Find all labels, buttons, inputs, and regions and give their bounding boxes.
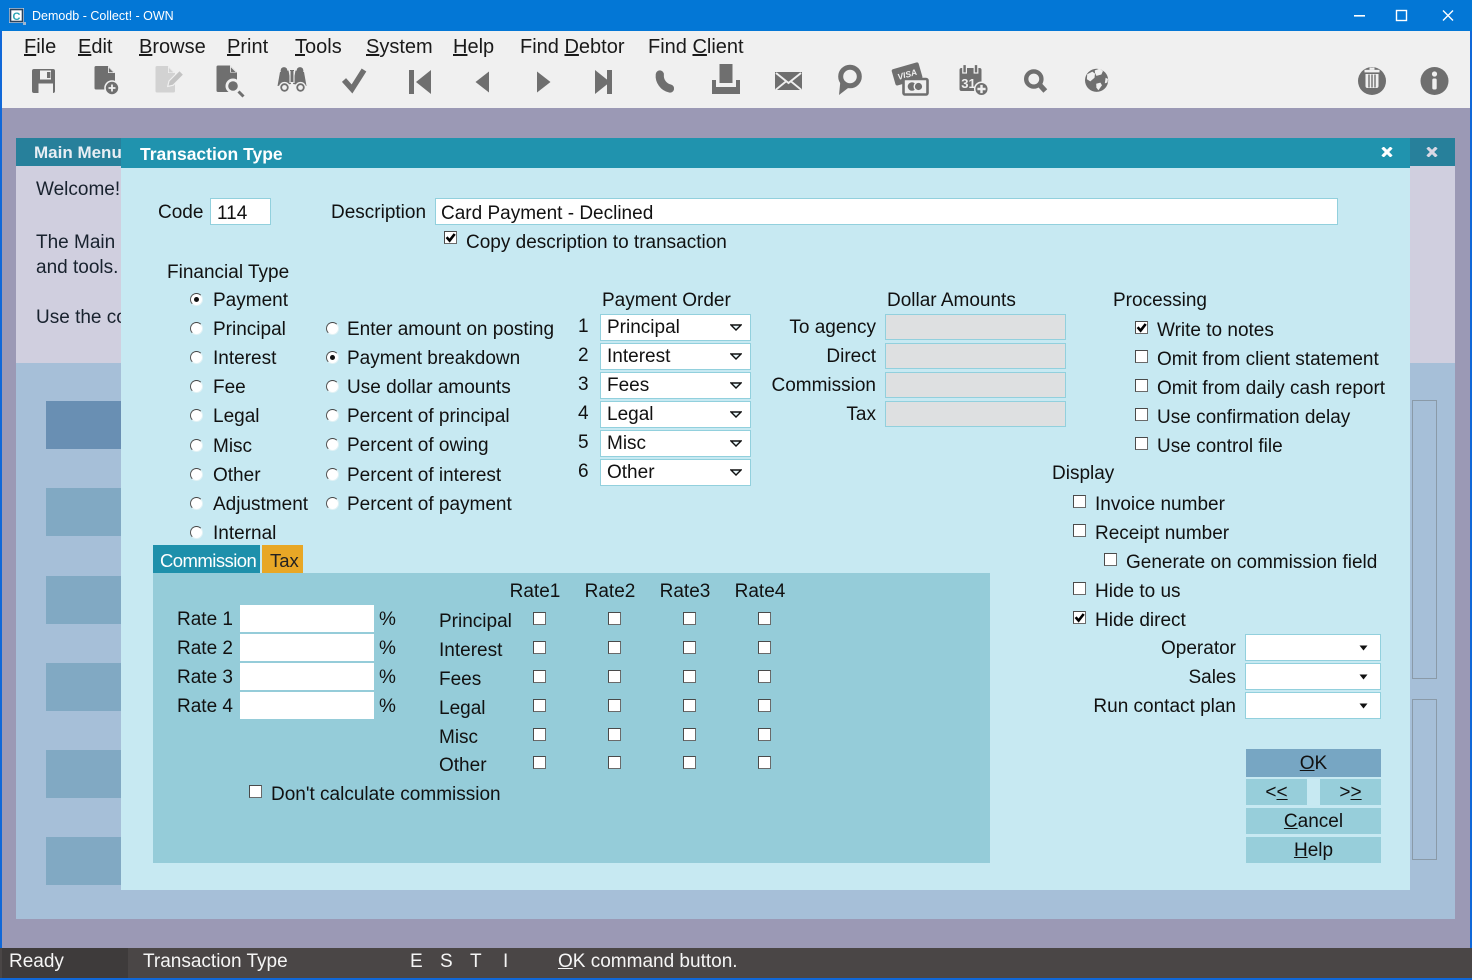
svg-text:31: 31 <box>961 76 975 91</box>
svg-text:C: C <box>13 11 21 23</box>
